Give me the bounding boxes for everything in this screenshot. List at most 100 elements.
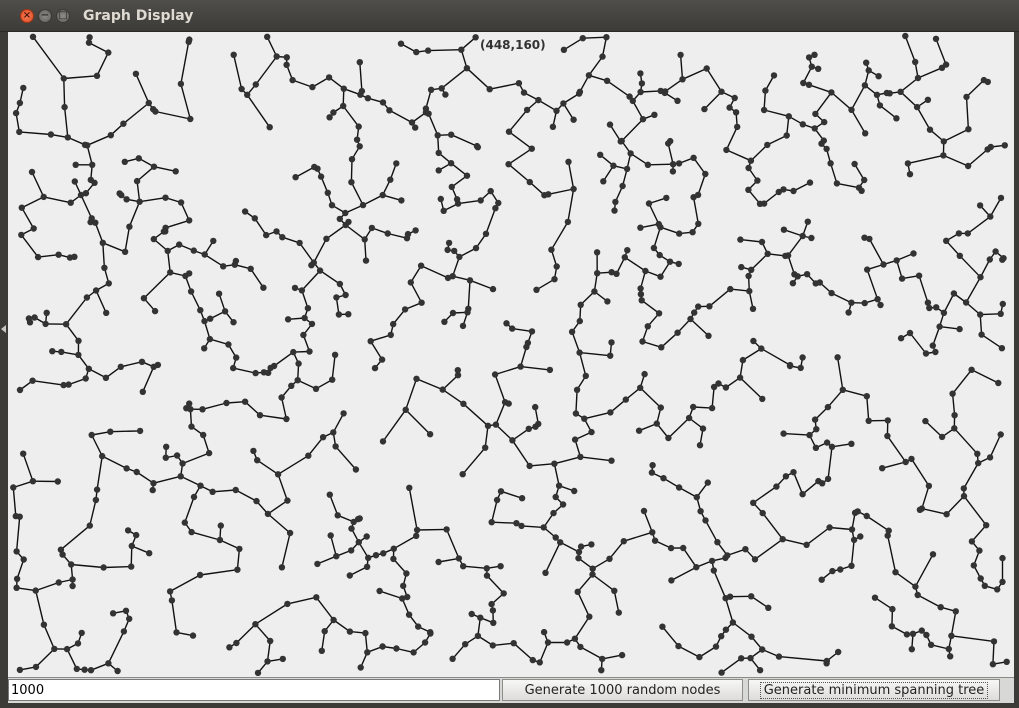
graph-node: [804, 218, 811, 225]
graph-node: [914, 591, 921, 599]
graph-node: [585, 72, 593, 79]
tree-edge: [102, 242, 126, 253]
tree-edge: [389, 109, 413, 124]
graph-node: [997, 194, 1005, 202]
generate-nodes-button[interactable]: Generate 1000 random nodes: [502, 679, 743, 701]
tree-edge: [548, 188, 574, 195]
graph-node: [674, 97, 681, 105]
graph-node: [407, 279, 414, 286]
tree-edge: [266, 36, 278, 57]
graph-node: [747, 157, 755, 164]
graph-node: [413, 526, 421, 534]
graph-node: [497, 563, 504, 570]
graph-node: [974, 450, 981, 457]
graph-node: [909, 630, 917, 637]
graph-node: [782, 252, 789, 260]
graph-node: [964, 162, 972, 170]
graph-node: [247, 265, 254, 272]
tree-edge: [204, 253, 224, 267]
graph-node: [800, 79, 807, 87]
minimize-icon[interactable]: −: [38, 9, 52, 23]
graph-node: [727, 285, 734, 293]
node-count-input[interactable]: [8, 679, 500, 701]
tree-edge: [917, 67, 943, 79]
graph-node: [745, 164, 752, 172]
graph-node: [186, 217, 193, 224]
tree-edge: [882, 461, 906, 469]
graph-node: [126, 615, 133, 622]
graph-node: [18, 231, 25, 239]
graph-node: [758, 345, 765, 352]
graph-node: [823, 657, 830, 665]
graph-node: [43, 309, 50, 316]
graph-node: [575, 555, 582, 562]
tree-edge: [868, 238, 885, 265]
graph-node: [440, 207, 447, 214]
tree-edge: [35, 648, 55, 668]
graph-node: [803, 541, 810, 548]
tree-edge: [660, 332, 679, 348]
graph-node: [897, 88, 904, 95]
graph-node: [877, 301, 884, 309]
graph-node: [466, 277, 474, 284]
tree-edge: [495, 424, 513, 441]
graph-node: [87, 218, 94, 226]
graph-node: [638, 80, 646, 87]
tree-edge: [579, 351, 611, 357]
graph-node: [167, 269, 174, 276]
tree-edge: [417, 528, 447, 531]
tree-edge: [508, 163, 531, 183]
graph-node: [748, 593, 755, 600]
tree-edge: [653, 226, 662, 249]
graph-node: [483, 565, 490, 572]
graph-node: [260, 284, 267, 291]
graph-node: [61, 103, 68, 111]
tree-edge: [866, 396, 870, 421]
graph-canvas[interactable]: (448,160): [8, 32, 1014, 677]
graph-node: [913, 103, 921, 111]
graph-node: [637, 88, 644, 96]
graph-node: [557, 539, 564, 546]
tree-edge: [578, 352, 587, 377]
graph-node: [439, 386, 446, 393]
graph-node: [760, 106, 768, 114]
graph-node: [364, 649, 371, 656]
graph-node: [32, 587, 39, 594]
graph-node: [565, 158, 572, 165]
graph-node: [813, 426, 820, 433]
graph-node: [845, 309, 852, 316]
graph-node: [197, 307, 204, 314]
graph-node: [103, 309, 110, 317]
tree-edge: [783, 432, 810, 436]
generate-mst-button[interactable]: Generate minimum spanning tree: [748, 679, 1000, 701]
tree-edge: [94, 222, 104, 244]
graph-node: [311, 163, 318, 171]
graph-node: [611, 587, 618, 594]
graph-node: [791, 271, 798, 278]
close-icon[interactable]: ×: [20, 9, 34, 23]
graph-node: [348, 179, 355, 186]
tree-edge: [350, 159, 353, 183]
graph-node: [933, 304, 940, 311]
tree-edge: [678, 645, 700, 658]
graph-node: [403, 570, 410, 577]
graph-node: [283, 54, 290, 61]
graph-node: [484, 422, 492, 429]
graph-node: [40, 193, 47, 201]
maximize-icon[interactable]: □: [56, 9, 70, 23]
graph-node: [641, 370, 648, 378]
graph-node: [738, 263, 745, 271]
graph-node: [102, 374, 110, 381]
graph-node: [759, 509, 766, 517]
tree-edge: [582, 36, 607, 39]
graph-node: [618, 651, 626, 659]
tree-edge: [580, 646, 603, 660]
tree-edge: [96, 455, 103, 490]
tree-edge: [886, 435, 907, 463]
tree-edge: [762, 512, 784, 540]
graph-node: [978, 331, 985, 338]
graph-node: [230, 51, 237, 58]
tree-edge: [682, 67, 707, 80]
graph-node: [371, 364, 379, 372]
graph-node: [314, 560, 321, 568]
